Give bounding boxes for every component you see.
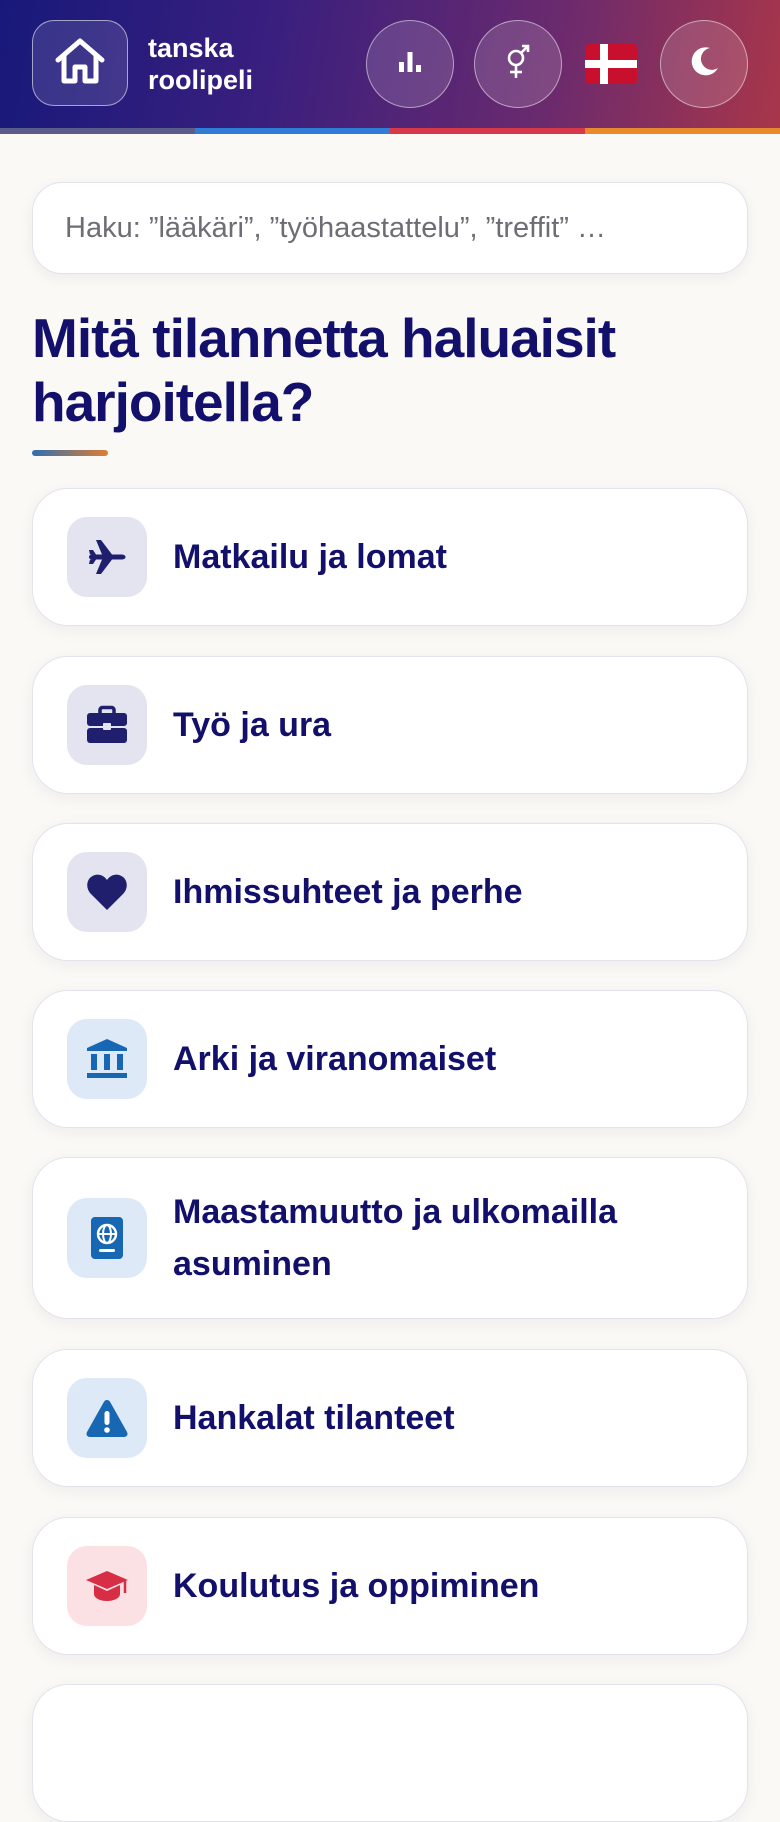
stripe-segment-4 xyxy=(585,128,780,134)
category-label: Hankalat tilanteet xyxy=(173,1399,455,1437)
category-work[interactable]: Työ ja ura xyxy=(32,656,748,794)
home-icon xyxy=(53,36,107,91)
moon-icon xyxy=(686,44,722,85)
brand-line-2: roolipeli xyxy=(148,65,254,95)
category-emigration[interactable]: Maastamuutto ja ulkomailla asuminen xyxy=(32,1157,748,1319)
category-label: Työ ja ura xyxy=(173,706,332,744)
category-label: Koulutus ja oppiminen xyxy=(173,1567,540,1605)
home-button[interactable] xyxy=(32,20,128,106)
airplane-icon xyxy=(67,517,147,597)
search-input[interactable] xyxy=(32,182,748,274)
stripe-segment-3 xyxy=(390,128,585,134)
category-label: Maastamuutto ja ulkomailla asuminen xyxy=(173,1193,617,1283)
app-brand[interactable]: tanska roolipeli xyxy=(148,32,253,96)
page-title: Mitä tilannetta haluaisit harjoitella? xyxy=(32,307,616,433)
category-difficult-situations[interactable]: Hankalat tilanteet xyxy=(32,1349,748,1487)
category-everyday-authorities[interactable]: Arki ja viranomaiset xyxy=(32,990,748,1128)
gender-icon xyxy=(503,42,533,87)
heart-icon xyxy=(67,852,147,932)
stripe-segment-1 xyxy=(0,128,195,134)
denmark-flag-icon[interactable] xyxy=(585,44,637,84)
app-header: tanska roolipeli xyxy=(0,0,780,128)
category-next-partial[interactable] xyxy=(32,1684,748,1822)
briefcase-icon xyxy=(67,685,147,765)
bar-chart-icon xyxy=(397,50,423,79)
category-label: Matkailu ja lomat xyxy=(173,538,447,576)
brand-line-1: tanska xyxy=(148,33,234,63)
stripe-segment-2 xyxy=(195,128,390,134)
title-underline xyxy=(32,450,108,456)
header-accent-stripe xyxy=(0,128,780,134)
category-relationships[interactable]: Ihmissuhteet ja perhe xyxy=(32,823,748,961)
warning-icon xyxy=(67,1378,147,1458)
passport-icon xyxy=(67,1198,147,1278)
graduation-cap-icon xyxy=(67,1546,147,1626)
gender-button[interactable] xyxy=(474,20,562,108)
stats-button[interactable] xyxy=(366,20,454,108)
theme-toggle-button[interactable] xyxy=(660,20,748,108)
category-education[interactable]: Koulutus ja oppiminen xyxy=(32,1517,748,1655)
category-travel[interactable]: Matkailu ja lomat xyxy=(32,488,748,626)
category-label: Ihmissuhteet ja perhe xyxy=(173,873,523,911)
bank-icon xyxy=(67,1019,147,1099)
category-label: Arki ja viranomaiset xyxy=(173,1040,497,1078)
